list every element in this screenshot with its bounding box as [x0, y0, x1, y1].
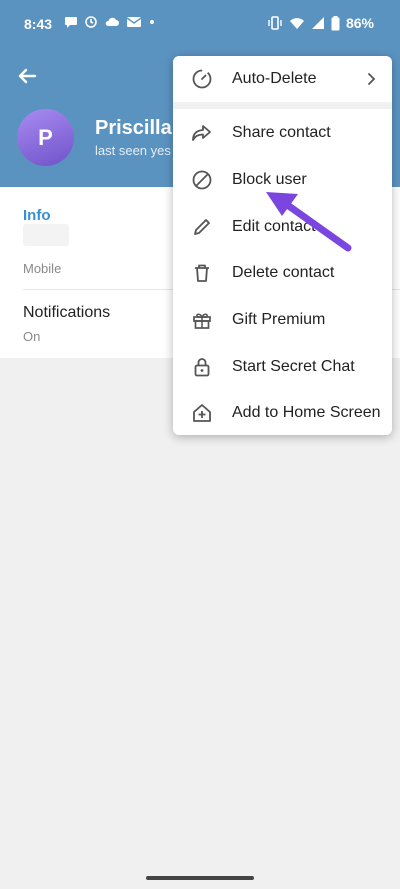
menu-item-auto-delete[interactable]: Auto-Delete	[173, 56, 392, 102]
profile-last-seen: last seen yes	[95, 143, 171, 158]
timer-icon	[190, 67, 214, 91]
share-icon	[190, 121, 214, 145]
notification-icons	[64, 15, 156, 29]
chevron-right-icon	[368, 73, 376, 85]
add-home-icon	[190, 401, 214, 425]
back-button[interactable]	[14, 62, 42, 90]
home-indicator[interactable]	[146, 876, 254, 880]
notifications-value: On	[23, 329, 41, 344]
outlook-icon	[126, 17, 142, 27]
signal-icon	[311, 17, 324, 29]
menu-item-gift-premium[interactable]: Gift Premium	[173, 297, 392, 343]
wifi-icon	[289, 18, 304, 29]
menu-label: Gift Premium	[232, 311, 326, 328]
vibrate-icon	[268, 16, 282, 30]
sync-icon	[85, 16, 97, 28]
chat-bubble-icon	[65, 17, 77, 28]
battery-level: 86%	[345, 15, 374, 31]
phone-label: Mobile	[23, 261, 62, 276]
battery-icon	[331, 15, 340, 30]
menu-label: Start Secret Chat	[232, 358, 355, 375]
avatar[interactable]: P	[17, 109, 74, 166]
block-icon	[190, 168, 214, 192]
notifications-title[interactable]: Notifications	[23, 304, 110, 322]
trash-icon	[190, 261, 214, 285]
menu-label: Add to Home Screen	[232, 404, 381, 421]
status-time: 8:43	[24, 16, 53, 32]
cloud-icon	[105, 17, 119, 26]
menu-label: Auto-Delete	[232, 70, 317, 87]
status-bar: 8:43 86%	[0, 0, 400, 46]
system-status: 86%	[267, 15, 374, 31]
menu-item-start-secret-chat[interactable]: Start Secret Chat	[173, 344, 392, 390]
info-heading: Info	[23, 207, 51, 224]
annotation-arrow	[266, 192, 352, 252]
pencil-icon	[190, 215, 214, 239]
menu-label: Delete contact	[232, 264, 335, 281]
dot-icon	[150, 20, 154, 24]
gift-icon	[190, 308, 214, 332]
menu-item-add-to-home-screen[interactable]: Add to Home Screen	[173, 390, 392, 436]
lock-icon	[190, 355, 214, 379]
phone-number-redacted[interactable]	[23, 224, 69, 246]
menu-item-share-contact[interactable]: Share contact	[173, 110, 392, 156]
menu-separator	[173, 102, 392, 109]
menu-label: Share contact	[232, 124, 331, 141]
arrow-left-icon	[18, 68, 37, 84]
profile-name: Priscilla	[95, 117, 172, 139]
